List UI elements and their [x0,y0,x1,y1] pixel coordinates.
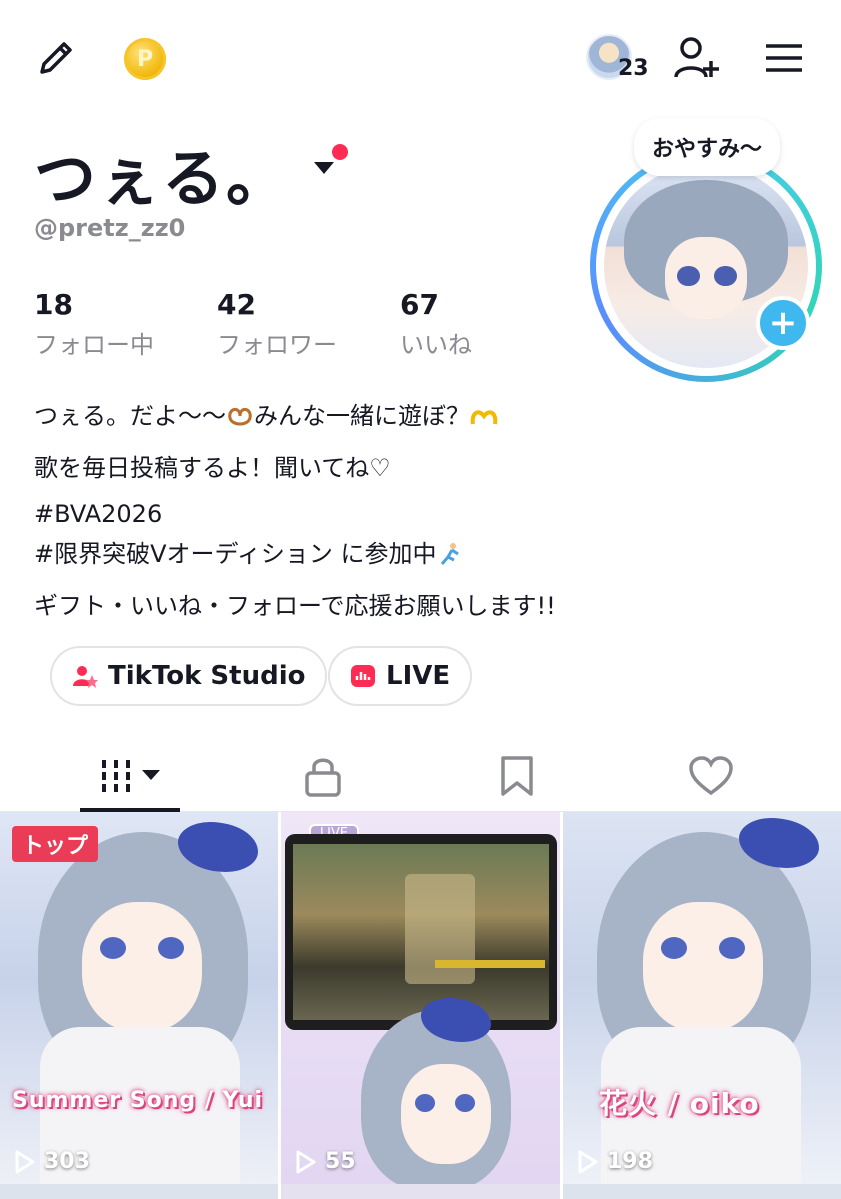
content-tabs [0,740,841,812]
top-bar: P 23 [0,0,841,120]
thumbnail-eye [661,937,687,959]
view-count: 55 [295,1149,356,1174]
runner-icon [441,543,460,565]
video-thumbnail[interactable]: 花火 / oiko 198 [563,812,841,1184]
view-count-value: 303 [44,1149,90,1174]
next-row-thumbnail[interactable] [0,1184,278,1199]
video-thumbnail[interactable]: トップ Summer Song / Yui 303 [0,812,278,1184]
bio-line-4: #限界突破Vオーディション に参加中 [34,534,464,569]
display-name: つぇる。 [34,142,291,215]
add-friend-icon[interactable] [672,34,722,82]
studio-icon [73,666,98,688]
stat-value: 67 [400,288,439,321]
tiktok-studio-button[interactable]: TikTok Studio [50,646,328,706]
studio-label: TikTok Studio [108,661,306,691]
thumbnail-face [82,902,202,1032]
username-handle: @pretz_zz0 [34,214,186,242]
account-switch-caret-icon[interactable] [314,162,334,174]
video-caption: Summer Song / Yui [12,1088,264,1113]
bio-hashtag-2[interactable]: #限界突破Vオーディション に参加中 [34,540,436,568]
stat-label: フォロー中 [34,331,154,359]
thumbnail-face [401,1064,491,1164]
thumbnail-eye [455,1094,475,1112]
lock-icon [305,758,341,797]
next-row-thumbnail[interactable] [281,1184,560,1199]
video-thumbnail[interactable]: LIVE 55 [281,812,560,1184]
bio-line-5: ギフト・いいね・フォローで応援お願いします!! [34,592,556,620]
tab-videos[interactable] [80,740,180,812]
view-count: 198 [577,1149,653,1174]
bio-line-2: 歌を毎日投稿するよ！聞いてね♡ [34,454,391,482]
stat-likes[interactable]: 67 いいね [400,288,583,360]
video-caption: 花火 / oiko [599,1087,760,1120]
stat-following[interactable]: 18 フォロー中 [34,288,217,360]
view-count-value: 55 [325,1149,356,1174]
thumbnail-eye [158,937,184,959]
bio-text: みんな一緒に遊ぼ？ [254,402,470,430]
view-count-value: 198 [607,1149,653,1174]
bio-text: つぇる。だよ〜〜 [34,402,226,430]
live-label: LIVE [386,661,451,691]
next-row-thumbnail[interactable] [563,1184,841,1199]
thumbnail-face [643,902,763,1032]
gameplay-frame [285,834,557,1030]
thumbnail-eye [100,937,126,959]
profile-stats: 18 フォロー中 42 フォロワー 67 いいね [34,288,583,360]
stat-value: 42 [217,288,256,321]
stat-label: いいね [400,331,472,359]
bookmark-icon [501,756,533,796]
heart-hands-icon [470,410,498,425]
play-icon [296,1150,316,1173]
bio-hashtag-1[interactable]: #BVA2026 [34,500,162,528]
top-badge: トップ [12,826,99,862]
status-note-bubble[interactable]: おやすみ〜 [634,118,780,176]
stat-label: フォロワー [217,331,337,359]
stat-followers[interactable]: 42 フォロワー [217,288,400,360]
live-icon [351,665,375,687]
heart-icon [689,756,733,796]
notification-dot [332,144,348,160]
play-icon [578,1150,598,1173]
play-icon [15,1150,35,1173]
menu-icon[interactable] [764,40,804,76]
video-grid: トップ Summer Song / Yui 303 LIVE 55 [0,812,841,1199]
edit-pencil-icon[interactable] [34,36,78,80]
pretzel-icon [228,408,252,426]
thumbnail-eye [415,1094,435,1112]
videos-grid-icon [102,760,160,792]
friends-count: 23 [618,56,649,81]
tab-private[interactable] [282,740,364,812]
thumbnail-eye [719,937,745,959]
tab-saved[interactable] [476,740,558,812]
add-story-plus-icon[interactable]: + [756,296,810,350]
live-button[interactable]: LIVE [328,646,473,706]
coin-icon[interactable]: P [124,38,166,80]
stat-value: 18 [34,288,73,321]
gameplay-rail [435,960,545,968]
view-count: 303 [14,1149,90,1174]
tab-liked[interactable] [670,740,752,812]
bio-line-1: つぇる。だよ〜〜 みんな一緒に遊ぼ？ [34,396,498,431]
avatar-eye [714,266,737,287]
